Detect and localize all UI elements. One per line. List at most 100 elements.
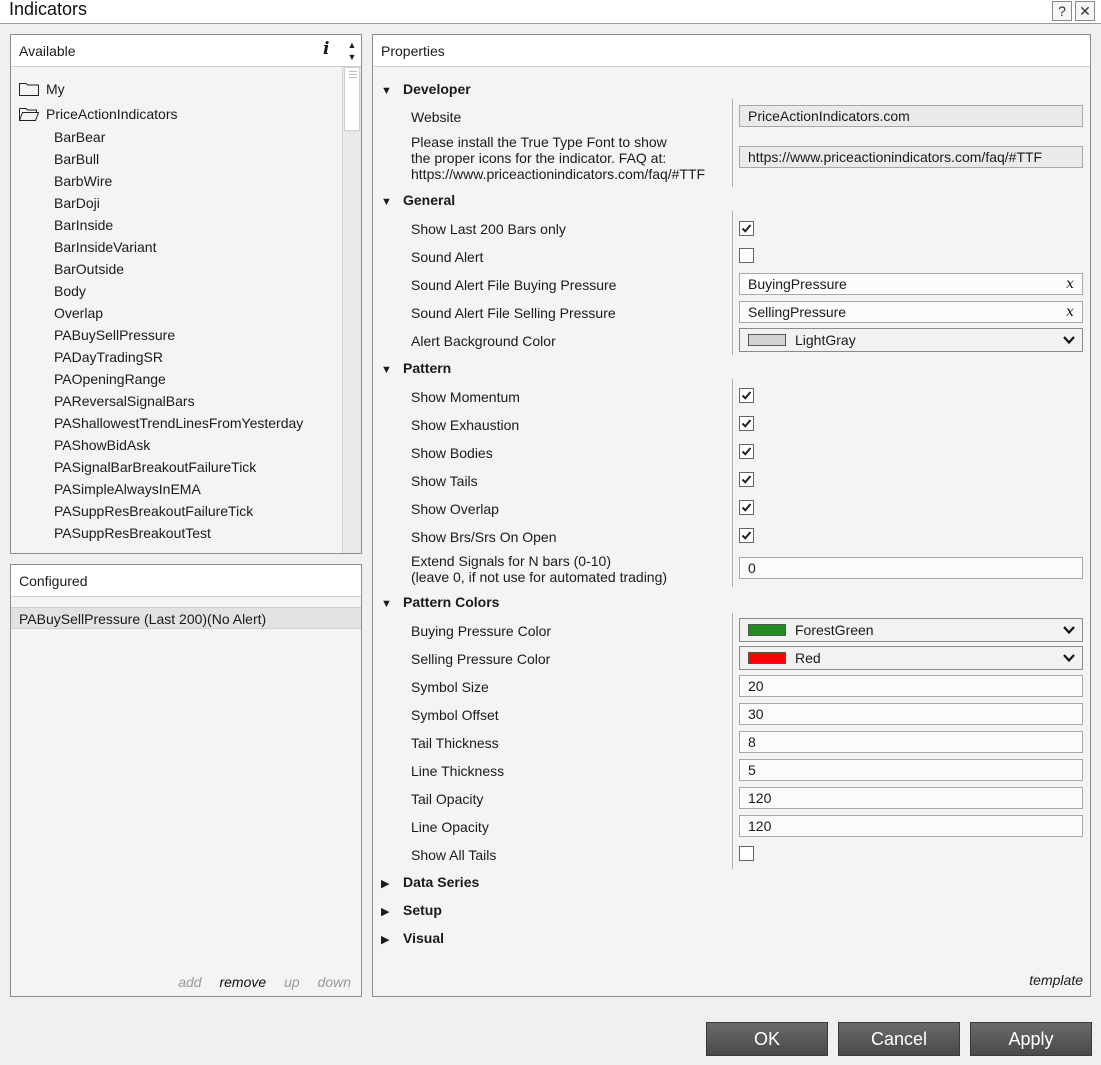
expanded-triangle-icon: ▼: [381, 364, 392, 376]
line-opacity-field[interactable]: 120: [739, 815, 1083, 837]
list-item[interactable]: BarInsideVariant: [54, 237, 156, 257]
list-item[interactable]: PAOpeningRange: [54, 369, 166, 389]
list-item[interactable]: BarDoji: [54, 193, 100, 213]
category-pattern-colors[interactable]: ▼ Pattern Colors: [381, 592, 499, 612]
font-url-field[interactable]: https://www.priceactionindicators.com/fa…: [739, 146, 1083, 168]
extend-signals-label: Extend Signals for N bars (0-10) (leave …: [411, 553, 668, 585]
sound-alert-checkbox[interactable]: [739, 248, 754, 263]
sort-down-icon[interactable]: ▼: [347, 53, 357, 62]
buy-file-label: Sound Alert File Buying Pressure: [411, 277, 617, 293]
list-item[interactable]: Body: [54, 281, 86, 301]
available-scrollbar[interactable]: [342, 67, 361, 553]
expanded-triangle-icon: ▼: [381, 196, 392, 208]
check-icon: [741, 447, 752, 456]
collapsed-triangle-icon: ▶: [381, 906, 390, 918]
up-button[interactable]: up: [284, 974, 300, 990]
collapsed-triangle-icon: ▶: [381, 934, 390, 946]
buy-file-field[interactable]: BuyingPressure x: [739, 273, 1083, 295]
list-item[interactable]: BarBull: [54, 149, 99, 169]
show-all-tails-checkbox[interactable]: [739, 846, 754, 861]
tail-opacity-field[interactable]: 120: [739, 787, 1083, 809]
ok-button[interactable]: OK: [706, 1022, 828, 1056]
folder-priceactionindicators[interactable]: PriceActionIndicators: [19, 104, 178, 124]
line-thickness-label: Line Thickness: [411, 763, 505, 779]
show-exhaustion-checkbox[interactable]: [739, 416, 754, 431]
available-header: Available i ▲ ▼: [11, 35, 361, 67]
check-icon: [741, 531, 752, 540]
show-brs-label: Show Brs/Srs On Open: [411, 529, 557, 545]
show-bodies-checkbox[interactable]: [739, 444, 754, 459]
clear-icon[interactable]: x: [1066, 302, 1074, 322]
list-item[interactable]: BarBear: [54, 127, 105, 147]
show-overlap-checkbox[interactable]: [739, 500, 754, 515]
show-tails-label: Show Tails: [411, 473, 478, 489]
title-bar: Indicators ? ✕: [0, 0, 1101, 24]
close-icon[interactable]: ✕: [1075, 1, 1095, 21]
show-momentum-checkbox[interactable]: [739, 388, 754, 403]
check-icon: [741, 419, 752, 428]
list-item[interactable]: BarOutside: [54, 259, 124, 279]
line-opacity-label: Line Opacity: [411, 819, 489, 835]
symbol-offset-label: Symbol Offset: [411, 707, 499, 723]
list-item[interactable]: BarbWire: [54, 171, 112, 191]
symbol-size-field[interactable]: 20: [739, 675, 1083, 697]
tail-thickness-field[interactable]: 8: [739, 731, 1083, 753]
list-item[interactable]: PASignalBarBreakoutFailureTick: [54, 457, 256, 477]
list-item[interactable]: PABuySellPressure (Last 200)(No Alert): [11, 607, 361, 629]
website-field[interactable]: PriceActionIndicators.com: [739, 105, 1083, 127]
category-general[interactable]: ▼ General: [381, 190, 455, 210]
list-item[interactable]: PASimpleAlwaysInEMA: [54, 479, 201, 499]
extend-signals-field[interactable]: 0: [739, 557, 1083, 579]
list-item[interactable]: PADayTradingSR: [54, 347, 163, 367]
sort-up-icon[interactable]: ▲: [347, 41, 357, 50]
list-item[interactable]: BarInside: [54, 215, 113, 235]
line-thickness-field[interactable]: 5: [739, 759, 1083, 781]
tail-opacity-label: Tail Opacity: [411, 791, 484, 807]
scroll-thumb[interactable]: [344, 67, 360, 131]
help-icon[interactable]: ?: [1052, 1, 1072, 21]
folder-my[interactable]: My: [19, 79, 65, 99]
symbol-offset-field[interactable]: 30: [739, 703, 1083, 725]
show-last-200-checkbox[interactable]: [739, 221, 754, 236]
available-list: My PriceActionIndicators BarBear BarBull B…: [11, 67, 342, 553]
show-tails-checkbox[interactable]: [739, 472, 754, 487]
properties-title: Properties: [381, 43, 445, 59]
apply-button[interactable]: Apply: [970, 1022, 1092, 1056]
color-swatch: [748, 334, 786, 346]
list-item[interactable]: PAShowBidAsk: [54, 435, 150, 455]
bg-color-select[interactable]: LightGray: [739, 328, 1083, 352]
down-button[interactable]: down: [318, 974, 351, 990]
category-data-series[interactable]: ▶ Data Series: [381, 872, 479, 892]
category-pattern[interactable]: ▼ Pattern: [381, 358, 451, 378]
remove-button[interactable]: remove: [219, 974, 266, 990]
configured-actions: add remove up down: [164, 974, 351, 990]
list-item[interactable]: PABuySellPressure: [54, 325, 175, 345]
list-item[interactable]: PASuppResBreakoutTest: [54, 523, 211, 543]
list-item[interactable]: Overlap: [54, 303, 103, 323]
template-link[interactable]: template: [1029, 972, 1083, 988]
bg-color-label: Alert Background Color: [411, 333, 556, 349]
sell-file-field[interactable]: SellingPressure x: [739, 301, 1083, 323]
cancel-button[interactable]: Cancel: [838, 1022, 960, 1056]
chevron-down-icon: [1063, 626, 1075, 635]
sell-color-select[interactable]: Red: [739, 646, 1083, 670]
check-icon: [741, 475, 752, 484]
category-setup[interactable]: ▶ Setup: [381, 900, 442, 920]
symbol-size-label: Symbol Size: [411, 679, 489, 695]
list-item[interactable]: PAShallowestTrendLinesFromYesterday: [54, 413, 303, 433]
show-brs-checkbox[interactable]: [739, 528, 754, 543]
info-icon[interactable]: i: [323, 39, 329, 59]
folder-icon: [19, 83, 39, 96]
buy-color-select[interactable]: ForestGreen: [739, 618, 1083, 642]
list-item[interactable]: PAReversalSignalBars: [54, 391, 195, 411]
color-swatch: [748, 624, 786, 636]
list-item[interactable]: PASuppResBreakoutFailureTick: [54, 501, 253, 521]
buy-color-label: Buying Pressure Color: [411, 623, 552, 639]
add-button[interactable]: add: [178, 974, 201, 990]
check-icon: [741, 503, 752, 512]
category-developer[interactable]: ▼ Developer: [381, 79, 471, 99]
show-last-200-label: Show Last 200 Bars only: [411, 221, 566, 237]
category-visual[interactable]: ▶ Visual: [381, 928, 444, 948]
clear-icon[interactable]: x: [1066, 274, 1074, 294]
available-title: Available: [19, 43, 76, 59]
